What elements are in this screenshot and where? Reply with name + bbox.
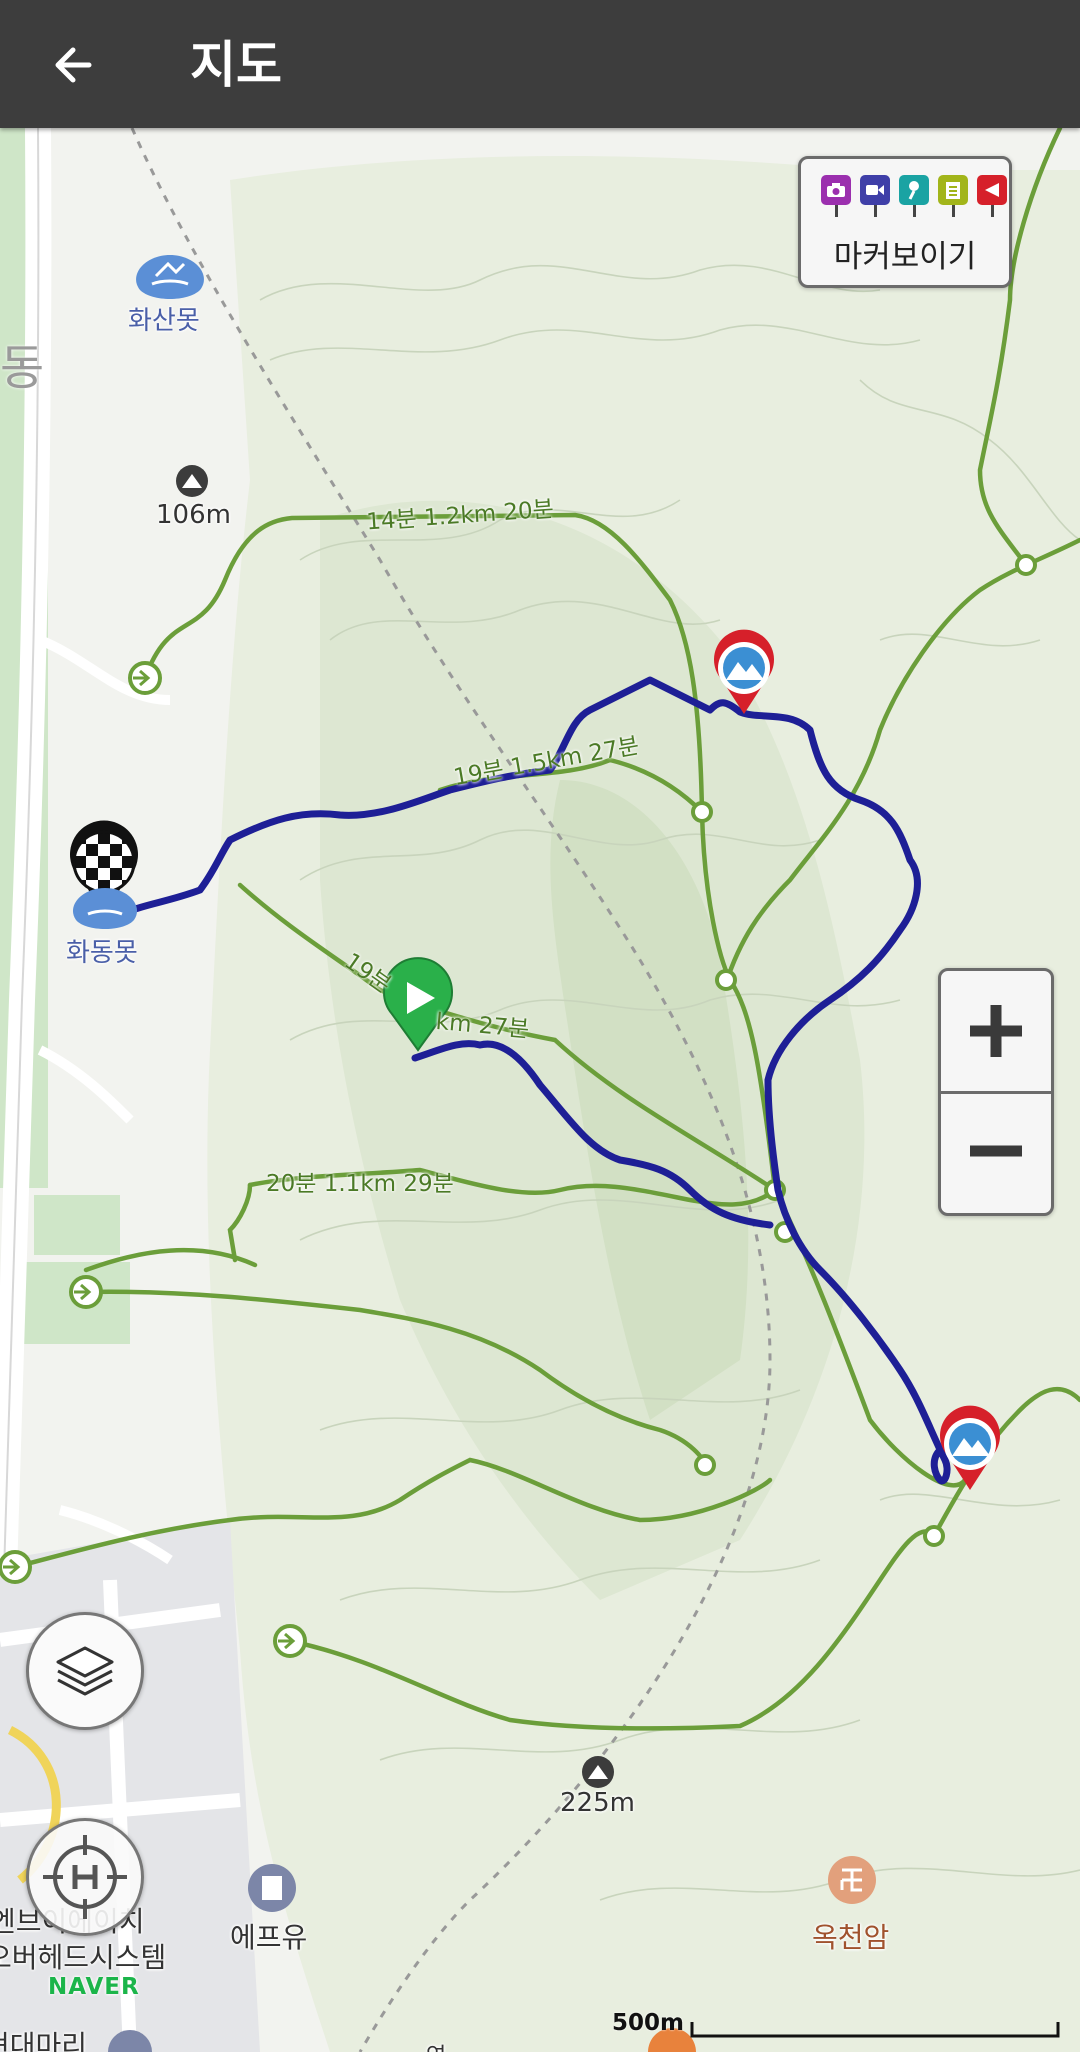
naver-logo: NAVER — [48, 1974, 140, 2000]
peak-106-label: 106m — [156, 500, 231, 530]
map-view[interactable]: 화산못 화동못 동 106m 225m 에프유 엔브이에이치 오버헤드시스템 현… — [0, 128, 1080, 2052]
pond-west-label: 화동못 — [66, 938, 138, 968]
building-label: 에프유 — [230, 1921, 308, 1954]
zoom-controls — [938, 968, 1054, 1216]
building-label: 오버헤드시스템 — [0, 1941, 167, 1974]
memo-marker-icon — [938, 175, 968, 217]
audio-marker-icon — [899, 175, 929, 217]
summit-106-icon — [176, 465, 208, 497]
plus-icon — [970, 1005, 1022, 1057]
temple-label: 옥천암 — [812, 1921, 890, 1954]
arrow-left-icon — [55, 47, 92, 83]
camera-marker-icon — [821, 175, 851, 217]
page-title: 지도 — [190, 36, 282, 94]
location-crosshair-icon — [43, 1835, 127, 1919]
layers-icon — [56, 1646, 114, 1696]
zoom-in-button[interactable] — [941, 971, 1051, 1094]
app-header: 지도 — [0, 0, 1080, 128]
pond-north-label: 화산못 — [128, 306, 200, 336]
district-label: 동 — [0, 340, 45, 396]
temple-icon — [828, 1856, 876, 1904]
my-location-button[interactable] — [26, 1818, 144, 1936]
trail-label: 20분 1.1km 29분 — [266, 1171, 454, 1197]
marker-toggle-button[interactable]: 마커보이기 — [798, 156, 1012, 288]
building-label: 연 — [426, 2038, 446, 2052]
layers-button[interactable] — [26, 1612, 144, 1730]
peak-225-label: 225m — [560, 1788, 635, 1818]
building-icon — [248, 1864, 296, 1912]
zoom-out-button[interactable] — [941, 1093, 1051, 1213]
summit-225-icon — [582, 1756, 614, 1788]
scale-label: 500m — [612, 2010, 684, 2036]
building-label: 현대마리 — [0, 2029, 88, 2052]
video-marker-icon — [860, 175, 890, 217]
alert-marker-icon — [977, 175, 1007, 217]
minus-icon — [970, 1145, 1022, 1157]
marker-toggle-label: 마커보이기 — [833, 239, 977, 275]
back-button[interactable] — [38, 30, 108, 100]
